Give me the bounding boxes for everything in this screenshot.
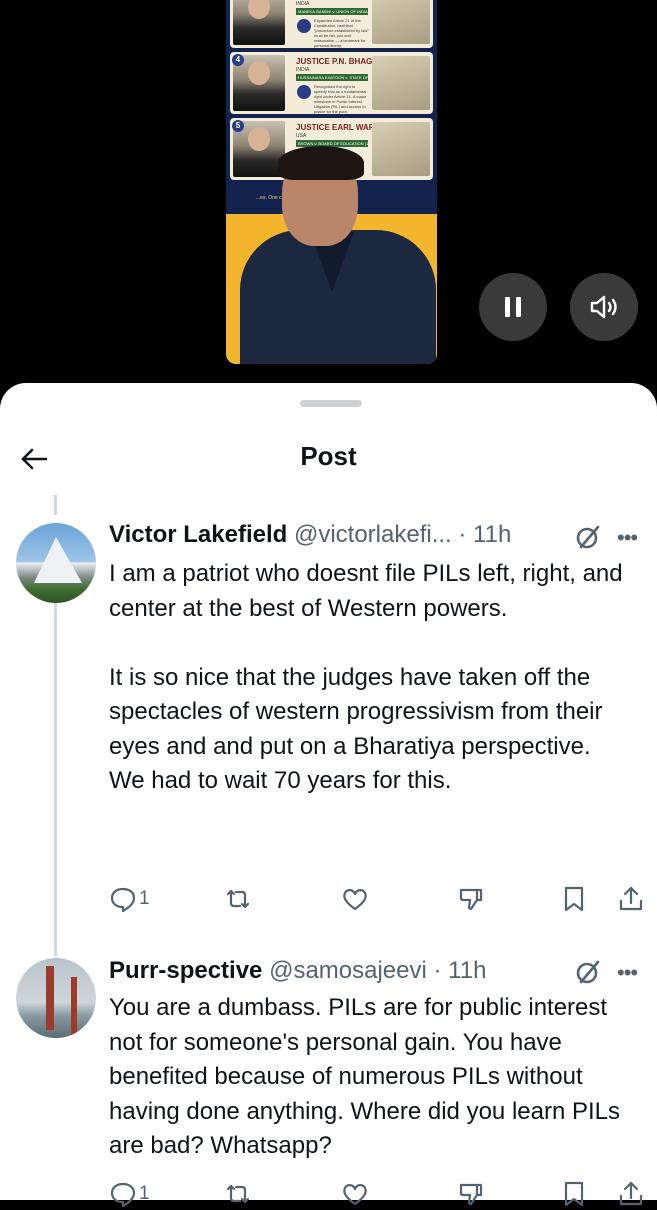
- card-number: 4: [232, 54, 244, 66]
- card-country: INDIA: [296, 1, 310, 7]
- reply-count: 1: [139, 888, 150, 909]
- downvote-icon: [459, 888, 483, 911]
- like-button[interactable]: [341, 1178, 369, 1210]
- share-button[interactable]: [617, 883, 645, 915]
- card-illustration: [372, 0, 430, 44]
- thread-connector: [54, 495, 57, 515]
- repost-button[interactable]: [224, 1178, 252, 1210]
- timestamp[interactable]: · 11h: [434, 957, 487, 984]
- card-number: 5: [232, 120, 244, 132]
- card-scale-icon: [297, 19, 311, 33]
- share-icon: [619, 1181, 643, 1206]
- handle[interactable]: @victorlakefi...: [294, 521, 452, 548]
- reply-button[interactable]: 1: [109, 1178, 150, 1210]
- timestamp[interactable]: · 11h: [458, 521, 511, 548]
- tweet-header: Victor Lakefield @victorlakefi... · 11h: [109, 521, 511, 549]
- repost-button[interactable]: [224, 883, 252, 915]
- bookmark-icon: [564, 886, 584, 912]
- card-description: Expanded Article 21 of the Constitution;…: [314, 18, 369, 48]
- card-country: INDIA: [296, 67, 310, 73]
- slide-card-3: INDIA MANEKA GANDHI v. UNION OF INDIA (1…: [230, 0, 433, 48]
- more-options-icon[interactable]: •••: [617, 962, 643, 986]
- card-illustration: [372, 56, 430, 110]
- presenter: [240, 146, 436, 364]
- grok-icon[interactable]: [573, 957, 603, 987]
- sheet-grabber[interactable]: [300, 400, 362, 407]
- like-button[interactable]: [341, 883, 369, 915]
- page-title: Post: [300, 441, 357, 471]
- share-button[interactable]: [617, 1178, 645, 1210]
- repost-icon: [226, 889, 250, 909]
- reply-count: 1: [139, 1183, 150, 1204]
- bookmark-button[interactable]: [560, 883, 588, 915]
- grok-icon[interactable]: [573, 522, 603, 552]
- slide-card-4: 4 JUSTICE P.N. BHAGWATI INDIA HUSSAINARA…: [230, 52, 433, 114]
- share-icon: [619, 886, 643, 911]
- post-sheet[interactable]: Post Victor Lakefield @victorlakefi... ·…: [0, 383, 657, 1208]
- pause-icon: [505, 297, 521, 317]
- avatar[interactable]: [16, 958, 96, 1038]
- display-name[interactable]: Purr-spective: [109, 957, 262, 984]
- repost-icon: [226, 1184, 250, 1204]
- avatar[interactable]: [16, 523, 96, 603]
- handle[interactable]: @samosajeevi: [269, 957, 427, 984]
- card-country: USA: [296, 133, 307, 139]
- downvote-button[interactable]: [457, 1178, 485, 1210]
- tweet-text: You are a dumbass. PILs are for public i…: [109, 994, 627, 1159]
- tweet-text: I am a patriot who doesnt file PILs left…: [109, 560, 623, 794]
- pause-button[interactable]: [479, 273, 547, 341]
- display-name[interactable]: Victor Lakefield: [109, 521, 287, 548]
- card-case: HUSSAINARA KHATOON v. STATE OF BIHAR (19…: [296, 74, 368, 81]
- volume-icon: [590, 295, 617, 319]
- card-people-icon: [297, 85, 311, 99]
- judge-portrait: [233, 0, 285, 45]
- bookmark-button[interactable]: [560, 1178, 588, 1210]
- reply-icon: [110, 887, 136, 913]
- heart-icon: [343, 1184, 367, 1206]
- downvote-button[interactable]: [457, 883, 485, 915]
- card-description: Recognised the right to speedy trial as …: [314, 84, 367, 114]
- video-frame[interactable]: INDIA MANEKA GANDHI v. UNION OF INDIA (1…: [226, 0, 437, 364]
- video-player[interactable]: INDIA MANEKA GANDHI v. UNION OF INDIA (1…: [0, 0, 657, 400]
- tweet-actions: 1: [109, 883, 649, 915]
- volume-button[interactable]: [570, 273, 638, 341]
- downvote-icon: [459, 1183, 483, 1206]
- heart-icon: [343, 889, 367, 911]
- card-case: MANEKA GANDHI v. UNION OF INDIA (1978): [296, 8, 368, 15]
- thread-connector: [54, 601, 57, 956]
- bookmark-icon: [564, 1181, 584, 1207]
- more-options-icon[interactable]: •••: [617, 527, 643, 551]
- reply-button[interactable]: 1: [109, 883, 150, 915]
- tweet-header: Purr-spective @samosajeevi · 11h: [109, 957, 486, 985]
- reply-icon: [110, 1182, 136, 1208]
- tweet-actions: 1: [109, 1178, 649, 1210]
